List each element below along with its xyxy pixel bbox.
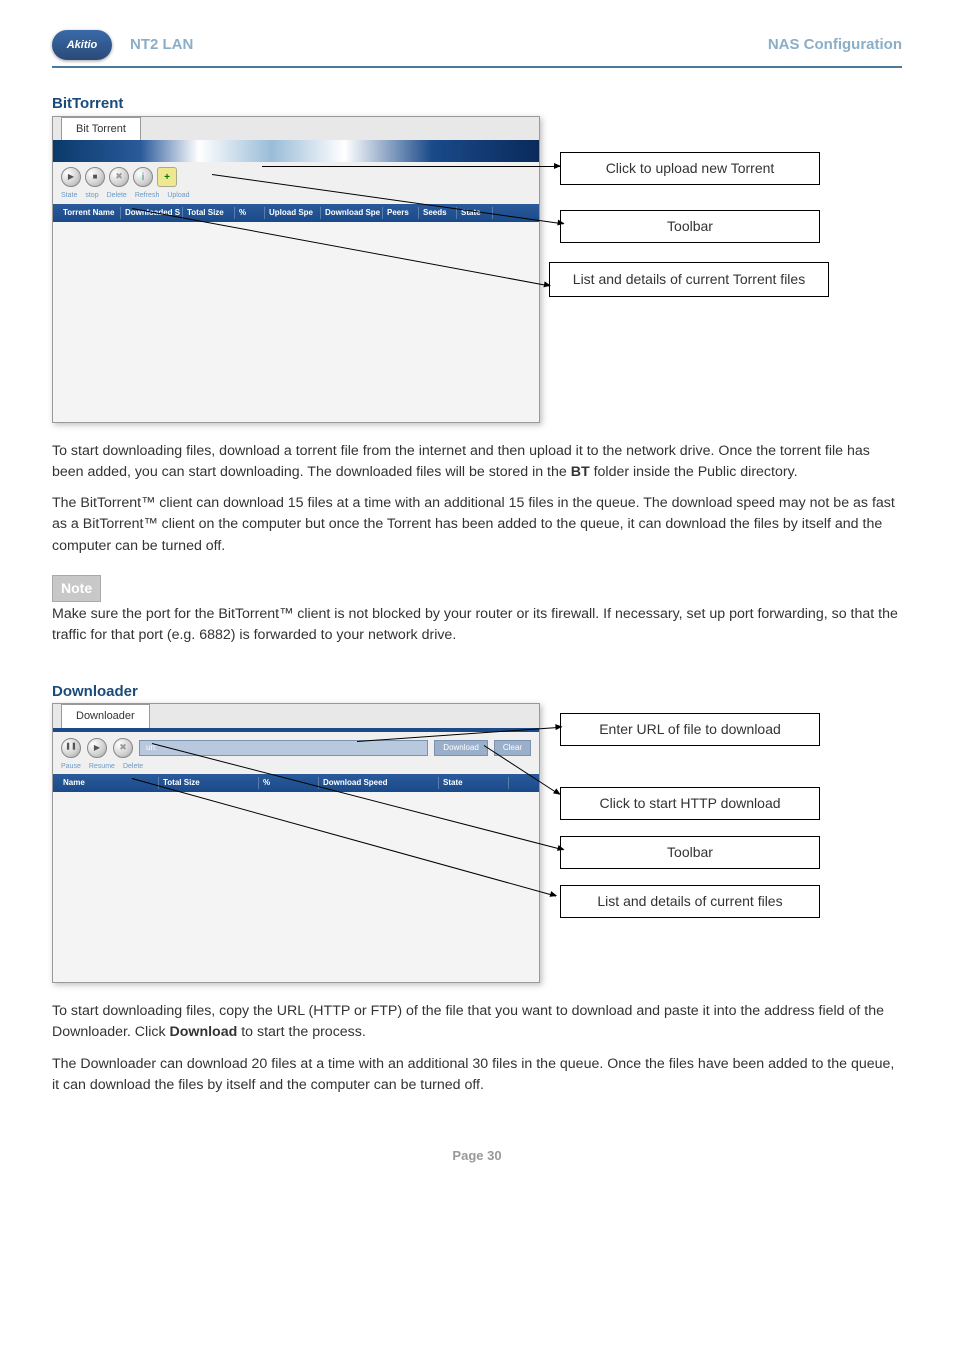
callout-toolbar: Toolbar (560, 210, 820, 243)
downloader-tab[interactable]: Downloader (61, 704, 150, 728)
header-right: NAS Configuration (768, 34, 902, 57)
resume-icon[interactable] (87, 738, 107, 758)
sublabel: Upload (167, 191, 189, 202)
delete-icon[interactable] (113, 738, 133, 758)
col: Torrent Name (59, 207, 121, 219)
col: Total Size (183, 207, 235, 219)
callout-toolbar: Toolbar (560, 836, 820, 869)
download-button[interactable]: Download (434, 740, 488, 756)
upload-icon[interactable] (157, 167, 177, 187)
section-title-downloader: Downloader (52, 681, 902, 704)
sublabel: Delete (123, 762, 143, 773)
bittorrent-columns: Torrent Name Downloaded S Total Size % U… (53, 204, 539, 222)
url-input[interactable]: url: (139, 740, 428, 756)
bittorrent-para1: To start downloading files, download a t… (52, 441, 902, 484)
note-label: Note (52, 575, 101, 602)
bittorrent-tab[interactable]: Bit Torrent (61, 117, 141, 141)
col: Peers (383, 207, 419, 219)
callout-url: Enter URL of file to download (560, 713, 820, 746)
section-title-bittorrent: BitTorrent (52, 93, 902, 116)
delete-icon[interactable] (109, 167, 129, 187)
sublabel: stop (85, 191, 98, 202)
col: Download Spe (321, 207, 383, 219)
clear-button[interactable]: Clear (494, 740, 531, 756)
sublabel: Resume (89, 762, 115, 773)
header-left: NT2 LAN (130, 34, 193, 57)
downloader-body (53, 792, 539, 982)
downloader-screenshot-wrap: Downloader url: Download Clear Pause Res… (52, 703, 902, 983)
stop-icon[interactable] (85, 167, 105, 187)
downloader-para2: The Downloader can download 20 files at … (52, 1054, 902, 1097)
downloader-columns: Name Total Size % Download Speed State (53, 774, 539, 792)
sublabel: Pause (61, 762, 81, 773)
col: Name (59, 777, 159, 789)
sublabel: Delete (107, 191, 127, 202)
bittorrent-body (53, 222, 539, 422)
bittorrent-screenshot-wrap: Bit Torrent State stop Delete Refresh Up… (52, 116, 902, 423)
callout-list: List and details of current Torrent file… (549, 262, 829, 297)
page-footer: Page 30 (52, 1146, 902, 1166)
note-text: Make sure the port for the BitTorrent™ c… (52, 604, 902, 647)
col: % (235, 207, 265, 219)
downloader-screenshot: Downloader url: Download Clear Pause Res… (52, 703, 540, 983)
sublabel: Refresh (135, 191, 160, 202)
col: Download Speed (319, 777, 439, 789)
col: Upload Spe (265, 207, 321, 219)
page-header: Akitio NT2 LAN NAS Configuration (52, 30, 902, 68)
bittorrent-para2: The BitTorrent™ client can download 15 f… (52, 493, 902, 557)
col: Total Size (159, 777, 259, 789)
sublabel: State (61, 191, 77, 202)
callout-download: Click to start HTTP download (560, 787, 820, 820)
col: State (439, 777, 509, 789)
callout-list: List and details of current files (560, 885, 820, 918)
bittorrent-banner (53, 140, 539, 162)
downloader-toolbar-sublabels: Pause Resume Delete (53, 762, 539, 775)
downloader-para1: To start downloading files, copy the URL… (52, 1001, 902, 1044)
bittorrent-screenshot: Bit Torrent State stop Delete Refresh Up… (52, 116, 540, 423)
pause-icon[interactable] (61, 738, 81, 758)
play-icon[interactable] (61, 167, 81, 187)
callout-line (262, 166, 560, 167)
refresh-icon[interactable] (133, 167, 153, 187)
bittorrent-toolbar-sublabels: State stop Delete Refresh Upload (53, 191, 539, 204)
callout-upload: Click to upload new Torrent (560, 152, 820, 185)
brand-logo: Akitio (52, 30, 112, 60)
